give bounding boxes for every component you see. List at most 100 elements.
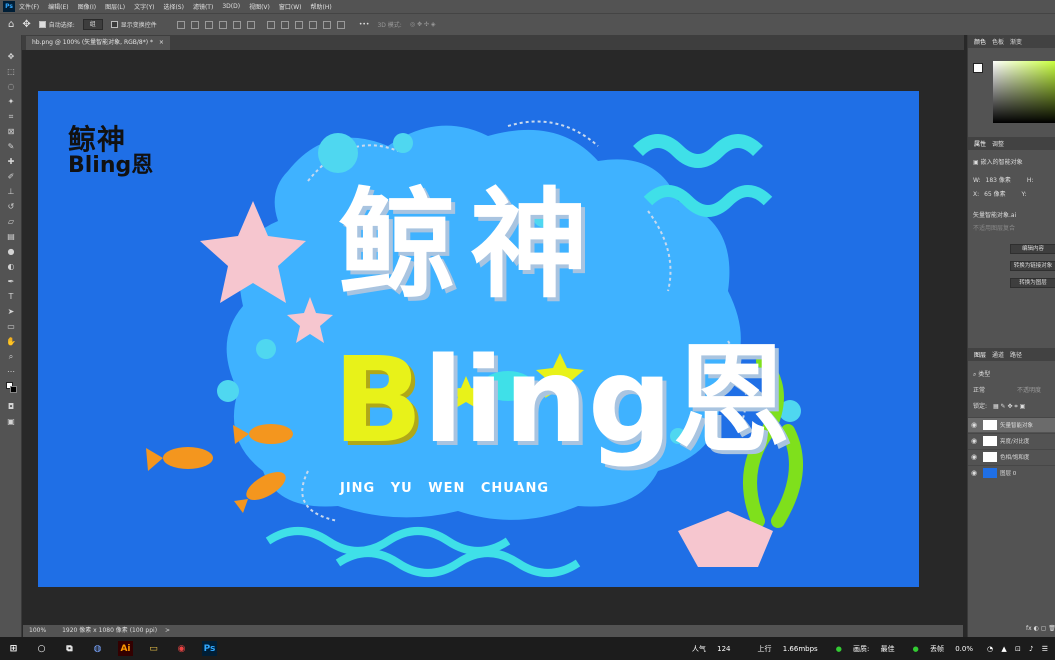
- filter-kind-dropdown[interactable]: ⌕ 类型: [973, 369, 990, 379]
- align-bottom-icon[interactable]: [246, 20, 255, 29]
- layer-row[interactable]: ◉ 图层 0: [968, 465, 1055, 480]
- file-explorer-icon[interactable]: ▭: [146, 641, 161, 656]
- document-info[interactable]: 1920 像素 x 1080 像素 (100 ppi): [62, 627, 157, 634]
- zoom-level[interactable]: 100%: [29, 627, 46, 634]
- distribute-left-icon[interactable]: [266, 20, 275, 29]
- magic-wand-icon[interactable]: ✦: [6, 97, 16, 106]
- layer-actions[interactable]: fx ◐ ▢ 🗑: [1026, 625, 1055, 632]
- distribute-bottom-icon[interactable]: [336, 20, 345, 29]
- show-transform-checkbox[interactable]: [110, 21, 118, 28]
- w-field[interactable]: 183 像素: [986, 177, 1011, 184]
- orbit-3d-icon[interactable]: ◎ ✥ ✣ ◈: [410, 21, 436, 28]
- lock-icons[interactable]: ▦ ✎ ✥ ⌗ ▣: [993, 403, 1025, 410]
- eyedropper-icon[interactable]: ✎: [6, 142, 16, 151]
- align-middle-icon[interactable]: [232, 20, 241, 29]
- windows-start-icon[interactable]: ⊞: [6, 641, 21, 656]
- eye-icon[interactable]: ◉: [968, 421, 980, 429]
- x-field[interactable]: 65 像素: [984, 191, 1006, 198]
- tab-paths[interactable]: 路径: [1010, 350, 1022, 359]
- auto-select-checkbox[interactable]: [38, 21, 46, 28]
- task-view-icon[interactable]: ⧉: [62, 641, 77, 656]
- frame-icon[interactable]: ⊠: [6, 127, 16, 136]
- crop-icon[interactable]: ⌗: [6, 112, 16, 121]
- menu-edit[interactable]: 编辑(E): [48, 2, 68, 11]
- tab-swatches[interactable]: 色板: [992, 37, 1004, 46]
- quick-mask-icon[interactable]: ◘: [6, 402, 16, 411]
- close-icon[interactable]: ×: [159, 39, 164, 46]
- tab-layers[interactable]: 图层: [974, 350, 986, 359]
- lasso-icon[interactable]: ◌: [6, 82, 16, 91]
- align-right-icon[interactable]: [204, 20, 213, 29]
- distribute-middle-icon[interactable]: [322, 20, 331, 29]
- tab-gradient[interactable]: 渐变: [1010, 37, 1022, 46]
- eye-icon[interactable]: ◉: [968, 469, 980, 477]
- more-tools-icon[interactable]: ⋯: [6, 367, 16, 376]
- menu-view[interactable]: 视图(V): [249, 2, 270, 11]
- dodge-icon[interactable]: ◐: [6, 262, 16, 271]
- photoshop-taskbar-icon[interactable]: Ps: [202, 641, 217, 656]
- foreground-color-swatch[interactable]: [6, 382, 17, 393]
- menu-help[interactable]: 帮助(H): [311, 2, 332, 11]
- move-icon[interactable]: ✥: [6, 52, 16, 61]
- eraser-icon[interactable]: ▱: [6, 217, 16, 226]
- stamp-icon[interactable]: ⊥: [6, 187, 16, 196]
- color-swatch-icon[interactable]: [973, 63, 983, 73]
- distribute-top-icon[interactable]: [308, 20, 317, 29]
- align-top-icon[interactable]: [218, 20, 227, 29]
- layer-row[interactable]: ◉ 色相/饱和度: [968, 449, 1055, 464]
- menu-3d[interactable]: 3D(D): [222, 3, 240, 10]
- eye-icon[interactable]: ◉: [968, 453, 980, 461]
- blur-icon[interactable]: ●: [6, 247, 16, 256]
- photoshop-icon[interactable]: Ps: [3, 1, 15, 12]
- menu-type[interactable]: 文字(Y): [134, 2, 154, 11]
- layer-row[interactable]: ◉ 矢量智能对象: [968, 417, 1055, 432]
- history-brush-icon[interactable]: ↺: [6, 202, 16, 211]
- tab-properties[interactable]: 属性: [974, 139, 986, 148]
- home-icon[interactable]: ⌂: [8, 19, 14, 30]
- gradient-icon[interactable]: ▤: [6, 232, 16, 241]
- tab-color[interactable]: 颜色: [974, 37, 986, 46]
- menu-filter[interactable]: 滤镜(T): [193, 2, 213, 11]
- zoom-icon[interactable]: ⌕: [6, 352, 16, 361]
- rectangle-icon[interactable]: ▭: [6, 322, 16, 331]
- convert-to-layers-button[interactable]: 转换为图层: [1010, 278, 1055, 288]
- marquee-icon[interactable]: ⬚: [6, 67, 16, 76]
- status-arrow-icon[interactable]: >: [165, 627, 170, 634]
- more-options-icon[interactable]: •••: [359, 21, 370, 28]
- convert-to-linked-button[interactable]: 转换为链接对象: [1010, 261, 1055, 271]
- healing-icon[interactable]: ✚: [6, 157, 16, 166]
- color-picker-field[interactable]: [993, 61, 1055, 123]
- hand-icon[interactable]: ✋: [6, 337, 16, 346]
- artboard[interactable]: 鲸神 Bling恩 鲸神 Bling恩 JING YU WEN CHUANG: [38, 91, 919, 587]
- distribute-center-icon[interactable]: [280, 20, 289, 29]
- path-select-icon[interactable]: ➤: [6, 307, 16, 316]
- document-tab[interactable]: hb.png @ 100% (矢量智能对象, RGB/8*) * ×: [26, 36, 170, 50]
- illustrator-icon[interactable]: Ai: [118, 641, 133, 656]
- type-icon[interactable]: T: [6, 292, 16, 301]
- tray-icons[interactable]: ◔ ▲ ⊡ ♪ ☰: [987, 645, 1051, 653]
- tab-adjustments[interactable]: 调整: [992, 139, 1004, 148]
- menu-window[interactable]: 窗口(W): [279, 2, 302, 11]
- brush-icon[interactable]: ✐: [6, 172, 16, 181]
- move-tool-icon[interactable]: ✥: [22, 19, 30, 30]
- menu-layer[interactable]: 图层(L): [105, 2, 125, 11]
- tab-channels[interactable]: 通道: [992, 350, 1004, 359]
- layer-row[interactable]: ◉ 亮度/对比度: [968, 433, 1055, 448]
- menu-select[interactable]: 选择(S): [163, 2, 184, 11]
- chrome-icon[interactable]: ◉: [174, 641, 189, 656]
- align-center-icon[interactable]: [190, 20, 199, 29]
- auto-select-dropdown[interactable]: 组: [82, 19, 103, 30]
- eye-icon[interactable]: ◉: [968, 437, 980, 445]
- blend-mode-dropdown[interactable]: 正常 不透明度: [973, 385, 1041, 394]
- viewers-value: 124: [717, 644, 731, 653]
- pen-icon[interactable]: ✒: [6, 277, 16, 286]
- align-left-icon[interactable]: [176, 20, 185, 29]
- screen-mode-icon[interactable]: ▣: [6, 417, 16, 426]
- menu-file[interactable]: 文件(F): [19, 2, 39, 11]
- distribute-right-icon[interactable]: [294, 20, 303, 29]
- menu-image[interactable]: 图像(I): [78, 2, 96, 11]
- search-icon[interactable]: ○: [34, 641, 49, 656]
- browser-icon[interactable]: ◍: [90, 641, 105, 656]
- edit-contents-button[interactable]: 编辑内容: [1010, 244, 1055, 254]
- layer-comp-dropdown[interactable]: 不适用图层复合: [973, 223, 1015, 232]
